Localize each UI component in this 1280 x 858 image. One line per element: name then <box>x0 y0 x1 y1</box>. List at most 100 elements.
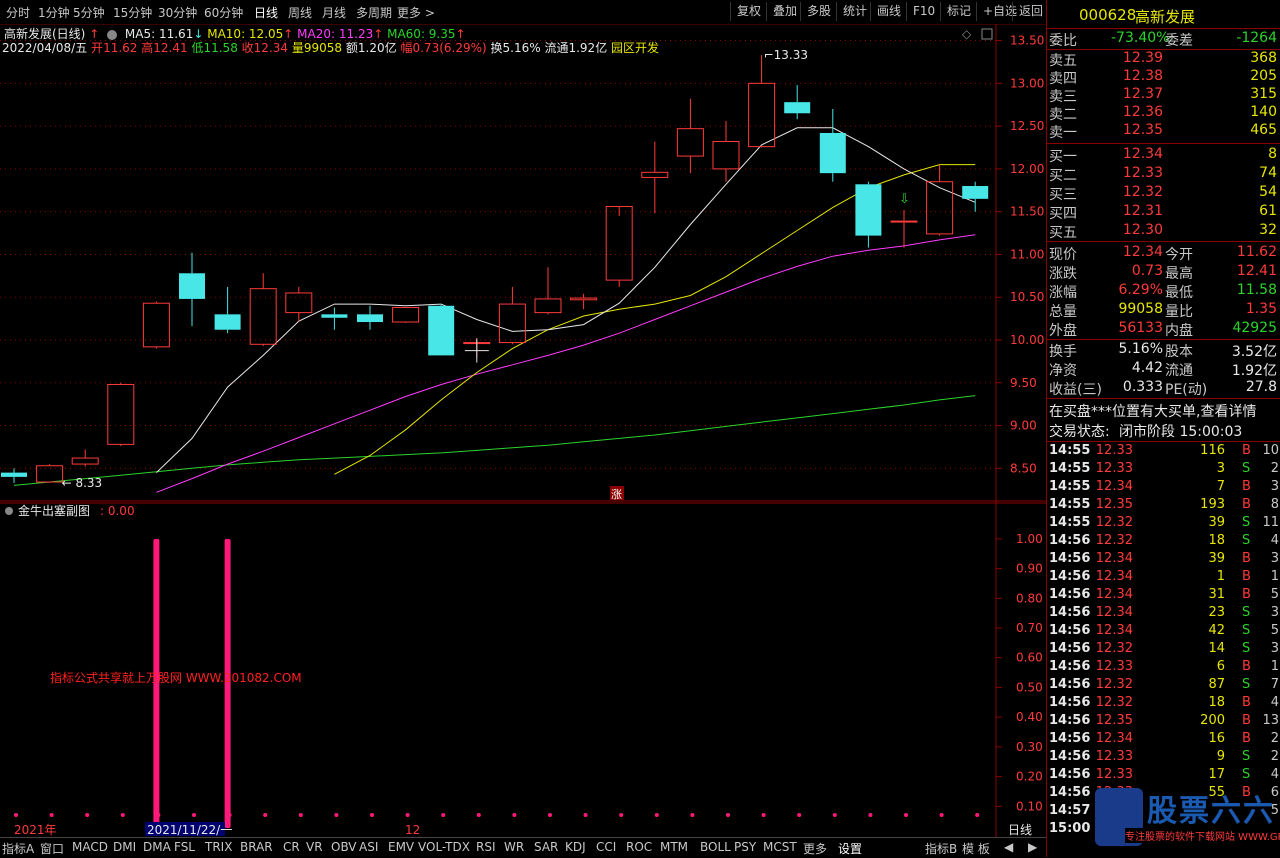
indicator-dot <box>370 813 374 817</box>
ask-row[interactable]: 卖三 12.37 315 <box>1047 86 1280 105</box>
period-tab-0[interactable]: 分时 <box>6 4 30 21</box>
tick-count: 2 <box>1270 731 1279 746</box>
indicator-tab-1[interactable]: 窗口 <box>40 840 64 857</box>
ask-label: 卖五 <box>1049 53 1077 69</box>
indicator-tab-24[interactable]: 更多 <box>803 840 827 857</box>
indicator-tab-5[interactable]: FSL <box>174 840 195 854</box>
toolbar-button-2[interactable]: 多股 <box>800 2 837 21</box>
indicator-tab-16[interactable]: SAR <box>534 840 558 854</box>
bottom-right-button-1[interactable]: 模 板 <box>962 840 990 857</box>
tick-time: 14:57 <box>1049 803 1091 818</box>
indicator-dot <box>49 813 54 817</box>
tick-price: 12.34 <box>1095 587 1133 602</box>
ask-volume: 315 <box>1250 86 1277 102</box>
stat-value: 0.333 <box>1122 379 1163 395</box>
ask-row[interactable]: 卖一 12.35 465 <box>1047 122 1280 141</box>
ma60-line <box>13 395 976 486</box>
indicator-tab-9[interactable]: VR <box>306 840 323 854</box>
toolbar-button-3[interactable]: 统计 <box>836 2 873 21</box>
toolbar-button-6[interactable]: 标记 <box>940 2 977 21</box>
bottom-right-button-0[interactable]: 指标B <box>925 840 957 857</box>
bid-row[interactable]: 买四 12.31 61 <box>1047 203 1280 222</box>
indicator-tab-4[interactable]: DMA <box>143 840 171 854</box>
bid-row[interactable]: 买三 12.32 54 <box>1047 184 1280 203</box>
tick-count: 13 <box>1262 713 1279 728</box>
period-tab-5[interactable]: 60分钟 <box>204 4 243 21</box>
candle <box>142 301 170 349</box>
limit-up-marker: 涨 <box>610 486 624 501</box>
indicator-tab-19[interactable]: ROC <box>626 840 652 854</box>
candle-body-up <box>498 303 526 344</box>
indicator-chart[interactable]: 1.00 0.90 0.80 0.70 0.60 0.50 0.40 0.30 0.20 0.10… <box>0 502 1046 837</box>
tick-row: 14:56 12.34 39 B 3 <box>1047 551 1280 569</box>
candle <box>784 85 811 120</box>
bid-row[interactable]: 买一 12.34 8 <box>1047 146 1280 165</box>
period-tab-4[interactable]: 30分钟 <box>158 4 197 21</box>
ask-price: 12.37 <box>1122 86 1163 102</box>
ask-row[interactable]: 卖四 12.38 205 <box>1047 68 1280 87</box>
indicator-tab-20[interactable]: MTM <box>660 840 688 854</box>
high-annotation: ⌐13.33 <box>764 48 808 62</box>
period-tab-3[interactable]: 15分钟 <box>113 4 152 21</box>
stock-header: 000628 高新发展 <box>1047 6 1280 26</box>
ask-row[interactable]: 卖五 12.39 368 <box>1047 50 1280 69</box>
candle-body-up <box>71 457 99 465</box>
candle <box>107 382 135 447</box>
tick-count: 4 <box>1270 767 1279 782</box>
candle <box>962 181 989 212</box>
candle <box>1 468 27 483</box>
tick-side: B <box>1242 497 1251 512</box>
kline-chart[interactable]: 13.50 13.00 12.50 12.00 11.50 11.00 10.50 10.00… <box>0 24 1046 502</box>
bid-row[interactable]: 买二 12.33 74 <box>1047 165 1280 184</box>
bottom-right-button-2[interactable]: ◀ <box>1004 840 1013 854</box>
toolbar-button-5[interactable]: F10 <box>906 2 941 21</box>
period-tab-10[interactable]: 更多 > <box>397 4 435 21</box>
toolbar-button-1[interactable]: 叠加 <box>766 2 803 21</box>
bottom-right-button-3[interactable]: ▶ <box>1028 840 1037 854</box>
indicator-tab-21[interactable]: BOLL <box>700 840 731 854</box>
stat-label: 最高 <box>1165 266 1193 282</box>
period-tab-9[interactable]: 多周期 <box>356 4 392 21</box>
bid-row[interactable]: 买五 12.30 32 <box>1047 222 1280 241</box>
indicator-tab-8[interactable]: CR <box>283 840 300 854</box>
indicator-tab-25[interactable]: 设置 <box>838 840 862 857</box>
indicator-tab-14[interactable]: RSI <box>476 840 496 854</box>
period-tab-1[interactable]: 1分钟 <box>38 4 70 21</box>
indicator-tab-7[interactable]: BRAR <box>240 840 273 854</box>
candle <box>926 164 954 236</box>
toolbar-button-4[interactable]: 画线 <box>870 2 907 21</box>
indicator-tab-18[interactable]: CCI <box>596 840 616 854</box>
toolbar-button-0[interactable]: 复权 <box>730 2 767 21</box>
toolbar-button-8[interactable]: 返回 <box>1012 2 1049 21</box>
indicator-dot <box>975 813 980 817</box>
indicator-tab-2[interactable]: MACD <box>72 840 108 854</box>
indicator-tab-6[interactable]: TRIX <box>205 840 232 854</box>
period-tab-6[interactable]: 日线 <box>254 4 278 21</box>
indicator-tab-22[interactable]: PSY <box>734 840 756 854</box>
bid-price: 12.32 <box>1122 184 1163 200</box>
indicator-tab-3[interactable]: DMI <box>113 840 136 854</box>
tick-count: 11 <box>1262 515 1279 530</box>
indicator-tab-13[interactable]: VOL-TDX <box>418 840 470 854</box>
stat-label: 总量 <box>1049 304 1077 320</box>
indicator-tab-10[interactable]: OBV <box>331 840 357 854</box>
tick-time: 14:55 <box>1049 479 1091 494</box>
big-order-notice[interactable]: 在买盘***位置有大买单,查看详情 <box>1047 401 1280 420</box>
indicator-tab-11[interactable]: ASI <box>359 840 378 854</box>
period-tab-2[interactable]: 5分钟 <box>73 4 105 21</box>
candle <box>641 141 669 214</box>
quote-stat-row: 总量 99058 量比 1.35 <box>1047 301 1280 320</box>
period-tab-8[interactable]: 月线 <box>322 4 346 21</box>
indicator-dot <box>120 813 125 817</box>
ask-row[interactable]: 卖二 12.36 140 <box>1047 104 1280 123</box>
indicator-tab-17[interactable]: KDJ <box>565 840 586 854</box>
indicator-tab-12[interactable]: EMV <box>388 840 414 854</box>
tick-count: 5 <box>1270 587 1279 602</box>
period-tab-7[interactable]: 周线 <box>288 4 312 21</box>
tick-side: B <box>1242 443 1251 458</box>
stat-value: 3.52亿 <box>1231 344 1277 360</box>
indicator-tab-23[interactable]: MCST <box>763 840 797 854</box>
indicator-tab-0[interactable]: 指标A <box>2 840 34 857</box>
indicator-tab-15[interactable]: WR <box>504 840 524 854</box>
tick-side: B <box>1242 479 1251 494</box>
